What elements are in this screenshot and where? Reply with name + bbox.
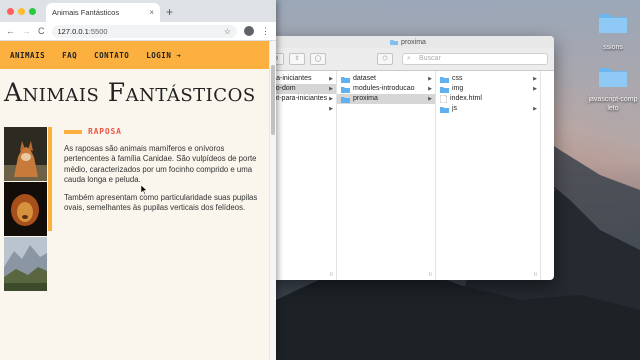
finder-item-folder[interactable]: css ▶ xyxy=(436,74,540,84)
finder-column-2: dataset ▶ modules-introducao ▶ proxima ▶ ॥ xyxy=(337,71,436,280)
folder-icon xyxy=(341,76,350,83)
nav-link-animais[interactable]: ANIMAIS xyxy=(10,51,45,60)
profile-avatar-icon[interactable] xyxy=(244,26,254,36)
chevron-right-icon: ▶ xyxy=(428,76,432,82)
animal-description: RAPOSA As raposas são animais mamíferos … xyxy=(64,127,266,220)
finder-item-label: dataset xyxy=(353,75,376,82)
new-tab-button[interactable]: + xyxy=(166,5,173,19)
folder-icon xyxy=(599,14,627,33)
browser-window: Animais Fantásticos × + ← → C 127.0.0.1:… xyxy=(0,0,276,360)
folder-icon xyxy=(390,40,399,45)
finder-item-label: js xyxy=(452,105,458,112)
folder-icon xyxy=(341,96,350,103)
finder-item-label: index.html xyxy=(450,95,482,102)
chevron-right-icon: ▶ xyxy=(428,96,432,102)
desktop-icon-label: javascript-completo xyxy=(588,96,638,112)
animal-name-heading: RAPOSA xyxy=(88,127,122,136)
description-paragraph: As raposas são animais mamíferos e onívo… xyxy=(64,144,257,185)
finder-column-view: para-iniciantes ▶ s-no-dom ▶ cript-para-in… xyxy=(262,71,554,280)
close-tab-icon[interactable]: × xyxy=(149,8,154,17)
nav-link-faq[interactable]: FAQ xyxy=(62,51,77,60)
finder-item-folder[interactable]: proxima ▶ xyxy=(337,94,435,104)
minimize-window-button[interactable] xyxy=(18,8,25,15)
chevron-right-icon: ▶ xyxy=(533,76,537,82)
page-title: Animais Fantásticos xyxy=(4,78,256,107)
search-icon: ⌕ xyxy=(407,55,411,62)
finder-column-3: css ▶ img ▶ index.html js ▶ ॥ xyxy=(436,71,541,280)
file-icon xyxy=(440,95,447,103)
lion-image[interactable] xyxy=(4,182,47,236)
reload-icon[interactable]: C xyxy=(38,26,45,36)
finder-item-label: css xyxy=(452,75,463,82)
browser-menu-icon[interactable]: ⋮ xyxy=(261,26,270,37)
finder-item-folder[interactable]: js ▶ xyxy=(436,104,540,114)
nav-link-login[interactable]: LOGIN ➔ xyxy=(146,51,181,60)
close-window-button[interactable] xyxy=(7,8,14,15)
finder-item-label: proxima xyxy=(353,95,378,102)
column-resize-handle[interactable]: ॥ xyxy=(533,270,537,278)
finder-item-label: modules-introducao xyxy=(353,85,415,92)
site-nav: ANIMAIS FAQ CONTATO LOGIN ➔ xyxy=(0,41,270,69)
finder-item-file[interactable]: index.html xyxy=(436,94,540,104)
url-host: 127.0.0.1 xyxy=(57,26,89,36)
finder-toolbar: ⚙ ⇧ ◯ ⬡ ⌕ Buscar xyxy=(262,48,554,71)
url-port: :5500 xyxy=(88,26,108,36)
animal-image-list[interactable] xyxy=(4,127,47,313)
folder-icon xyxy=(440,106,449,113)
chevron-right-icon: ▶ xyxy=(428,86,432,92)
tab-title: Animais Fantásticos xyxy=(52,8,120,17)
back-icon[interactable]: ← xyxy=(6,26,15,36)
dropbox-button[interactable]: ⬡ xyxy=(377,53,393,65)
nav-link-contato[interactable]: CONTATO xyxy=(94,51,129,60)
fox-image[interactable] xyxy=(4,127,47,181)
desktop-icon-label: ssions xyxy=(603,44,623,51)
desktop-folder-sessions[interactable]: ssions xyxy=(578,10,640,52)
chevron-right-icon: ▶ xyxy=(329,106,333,112)
finder-window: proxima ⚙ ⇧ ◯ ⬡ ⌕ Buscar para-iniciantes… xyxy=(262,36,554,280)
finder-item-label: img xyxy=(452,85,464,92)
folder-icon xyxy=(440,86,449,93)
chevron-right-icon: ▶ xyxy=(329,86,333,92)
active-item-indicator xyxy=(48,127,52,231)
share-button[interactable]: ⇧ xyxy=(289,53,305,65)
mouse-cursor-icon xyxy=(141,185,148,195)
chevron-right-icon: ▶ xyxy=(329,76,333,82)
chevron-right-icon: ▶ xyxy=(533,106,537,112)
folder-icon xyxy=(599,68,627,87)
heading-accent-bar xyxy=(64,129,82,134)
description-paragraph: Também apresentam como particularidade s… xyxy=(64,192,258,213)
landscape-image[interactable] xyxy=(4,237,47,291)
finder-search-input[interactable]: ⌕ Buscar xyxy=(402,53,548,65)
browser-tab-active[interactable]: Animais Fantásticos × xyxy=(46,3,160,22)
column-resize-handle[interactable]: ॥ xyxy=(329,270,333,278)
zoom-window-button[interactable] xyxy=(29,8,36,15)
folder-icon xyxy=(440,76,449,83)
desktop-folder-javascript-completo[interactable]: javascript-completo xyxy=(578,64,640,113)
tags-button[interactable]: ◯ xyxy=(310,53,326,65)
finder-item-folder[interactable]: dataset ▶ xyxy=(337,74,435,84)
section-heading: RAPOSA xyxy=(64,127,266,136)
bookmark-star-icon[interactable]: ☆ xyxy=(224,27,231,36)
url-input[interactable]: 127.0.0.1:5500 ☆ xyxy=(51,24,237,38)
finder-item-folder[interactable]: modules-introducao ▶ xyxy=(337,84,435,94)
address-bar: ← → C 127.0.0.1:5500 ☆ ⋮ xyxy=(0,22,276,41)
scrollbar-thumb[interactable] xyxy=(271,65,275,135)
web-page: ANIMAIS FAQ CONTATO LOGIN ➔ Animais Fant… xyxy=(0,41,270,360)
finder-title: proxima xyxy=(401,38,426,46)
search-placeholder: Buscar xyxy=(419,55,441,62)
column-resize-handle[interactable]: ॥ xyxy=(428,270,432,278)
tab-bar: Animais Fantásticos × + xyxy=(0,0,276,22)
finder-titlebar[interactable]: proxima xyxy=(262,36,554,48)
forward-icon[interactable]: → xyxy=(22,26,31,36)
page-scrollbar[interactable] xyxy=(269,41,276,360)
finder-item-folder[interactable]: img ▶ xyxy=(436,84,540,94)
chevron-right-icon: ▶ xyxy=(533,86,537,92)
folder-icon xyxy=(341,86,350,93)
chevron-right-icon: ▶ xyxy=(329,96,333,102)
